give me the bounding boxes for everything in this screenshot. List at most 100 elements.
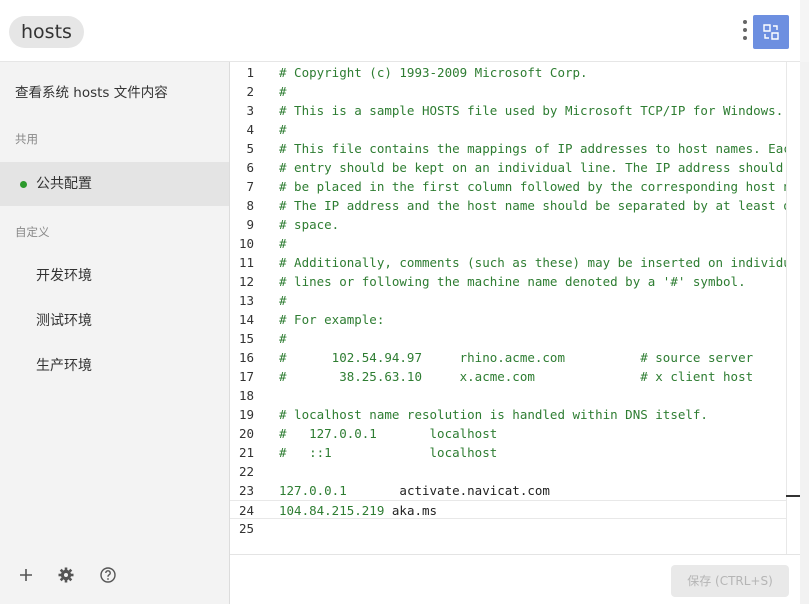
- line-number: 1: [246, 65, 254, 80]
- line-text: # be placed in the first column followed…: [279, 179, 791, 194]
- line-number: 3: [246, 103, 254, 118]
- line-text: # For example:: [279, 312, 385, 327]
- editor-line[interactable]: 22: [230, 462, 800, 481]
- line-number: 8: [246, 198, 254, 213]
- line-number: 9: [246, 217, 254, 232]
- line-text: # This file contains the mappings of IP …: [279, 141, 791, 156]
- save-button[interactable]: 保存 (CTRL+S): [671, 565, 789, 597]
- line-number: 19: [238, 407, 254, 422]
- line-number: 12: [238, 274, 254, 289]
- editor-line[interactable]: 8 # The IP address and the host name shou…: [230, 196, 800, 215]
- editor-line[interactable]: 5 # This file contains the mappings of IP…: [230, 139, 800, 158]
- sidebar-item-dev[interactable]: 开发环境: [0, 254, 229, 298]
- sidebar-item-label: 公共配置: [36, 176, 92, 192]
- system-hosts-link[interactable]: 查看系统 hosts 文件内容: [15, 81, 168, 101]
- line-text: # This is a sample HOSTS file used by Mi…: [279, 103, 784, 118]
- line-text: # localhost name resolution is handled w…: [279, 407, 708, 422]
- line-number: 22: [238, 464, 254, 479]
- editor-line[interactable]: 19 # localhost name resolution is handled…: [230, 405, 800, 424]
- group-label-custom: 自定义: [15, 225, 50, 239]
- editor-line[interactable]: 4 #: [230, 120, 800, 139]
- line-text: #: [279, 84, 287, 99]
- line-text: 104.84.215.219 aka.ms: [279, 501, 437, 520]
- line-number: 20: [238, 426, 254, 441]
- editor-line[interactable]: 10 #: [230, 234, 800, 253]
- gear-icon[interactable]: [57, 566, 75, 584]
- sidebar-toolbar: [0, 562, 229, 590]
- editor-line[interactable]: 13 #: [230, 291, 800, 310]
- background-strip-top: [800, 0, 809, 62]
- line-text: # Copyright (c) 1993-2009 Microsoft Corp…: [279, 65, 588, 80]
- sidebar-item-public-config[interactable]: 公共配置: [0, 162, 229, 206]
- swap-view-icon: [763, 24, 779, 40]
- line-text: # 127.0.0.1 localhost: [279, 426, 498, 441]
- line-number: 17: [238, 369, 254, 384]
- host-gap: [347, 483, 400, 498]
- line-text: #: [279, 293, 287, 308]
- editor-line[interactable]: 23 127.0.0.1 activate.navicat.com: [230, 481, 800, 500]
- hosts-editor[interactable]: 1 # Copyright (c) 1993-2009 Microsoft Cor…: [230, 62, 800, 554]
- kebab-menu-icon[interactable]: [739, 20, 751, 46]
- line-number: 18: [238, 388, 254, 403]
- line-text: # 38.25.63.10 x.acme.com # x client host: [279, 369, 754, 384]
- line-number: 2: [246, 84, 254, 99]
- host-ip: 104.84.215.219: [279, 503, 385, 518]
- editor-line[interactable]: 12 # lines or following the machine name …: [230, 272, 800, 291]
- editor-line[interactable]: 20 # 127.0.0.1 localhost: [230, 424, 800, 443]
- editor-line[interactable]: 24 104.84.215.219 aka.ms: [230, 500, 800, 519]
- line-number: 7: [246, 179, 254, 194]
- editor-line[interactable]: 6 # entry should be kept on an individual…: [230, 158, 800, 177]
- line-number: 24: [238, 503, 254, 518]
- editor-line[interactable]: 18: [230, 386, 800, 405]
- editor-line[interactable]: 11 # Additionally, comments (such as thes…: [230, 253, 800, 272]
- group-label-shared: 共用: [15, 132, 38, 146]
- line-text: # ::1 localhost: [279, 445, 498, 460]
- line-text: # lines or following the machine name de…: [279, 274, 746, 289]
- editor-line[interactable]: 21 # ::1 localhost: [230, 443, 800, 462]
- editor-line[interactable]: 16 # 102.54.94.97 rhino.acme.com # source…: [230, 348, 800, 367]
- line-number: 11: [238, 255, 254, 270]
- line-text: 127.0.0.1 activate.navicat.com: [279, 481, 550, 500]
- host-ip: 127.0.0.1: [279, 483, 347, 498]
- line-number: 15: [238, 331, 254, 346]
- sidebar-item-label: 开发环境: [36, 268, 92, 284]
- editor-line[interactable]: 7 # be placed in the first column followe…: [230, 177, 800, 196]
- background-strip: [800, 0, 809, 604]
- editor-line[interactable]: 15 #: [230, 329, 800, 348]
- line-number: 5: [246, 141, 254, 156]
- line-text: # 102.54.94.97 rhino.acme.com # source s…: [279, 350, 754, 365]
- editor-line[interactable]: 9 # space.: [230, 215, 800, 234]
- help-icon[interactable]: [99, 566, 117, 584]
- line-number: 6: [246, 160, 254, 175]
- host-gap: [384, 503, 392, 518]
- line-text: #: [279, 122, 287, 137]
- line-text: # The IP address and the host name shoul…: [279, 198, 791, 213]
- sidebar-item-label: 测试环境: [36, 313, 92, 329]
- line-number: 4: [246, 122, 254, 137]
- status-dot: [20, 181, 27, 188]
- line-number: 21: [238, 445, 254, 460]
- editor-footer: 保存 (CTRL+S): [230, 554, 800, 604]
- host-name: aka.ms: [391, 503, 438, 518]
- line-text: # entry should be kept on an individual …: [279, 160, 784, 175]
- editor-line[interactable]: 3 # This is a sample HOSTS file used by M…: [230, 101, 800, 120]
- line-number: 14: [238, 312, 254, 327]
- editor-line[interactable]: 14 # For example:: [230, 310, 800, 329]
- editor-line[interactable]: 2 #: [230, 82, 800, 101]
- line-text: # space.: [279, 217, 340, 232]
- editor-line[interactable]: 25: [230, 519, 800, 538]
- sidebar-item-label: 生产环境: [36, 358, 92, 374]
- vertical-scrollbar[interactable]: [786, 62, 800, 554]
- window-title: hosts: [9, 16, 84, 48]
- swap-view-button[interactable]: [753, 15, 789, 49]
- sidebar-item-test[interactable]: 测试环境: [0, 299, 229, 343]
- plus-icon[interactable]: [17, 566, 35, 584]
- line-number: 23: [238, 483, 254, 498]
- editor-line[interactable]: 17 # 38.25.63.10 x.acme.com # x client ho…: [230, 367, 800, 386]
- sidebar-item-prod[interactable]: 生产环境: [0, 344, 229, 388]
- title-bar: hosts: [0, 0, 800, 62]
- scrollbar-cursor-marker: [786, 495, 800, 497]
- line-number: 10: [238, 236, 254, 251]
- editor-line[interactable]: 1 # Copyright (c) 1993-2009 Microsoft Cor…: [230, 63, 800, 82]
- line-number: 16: [238, 350, 254, 365]
